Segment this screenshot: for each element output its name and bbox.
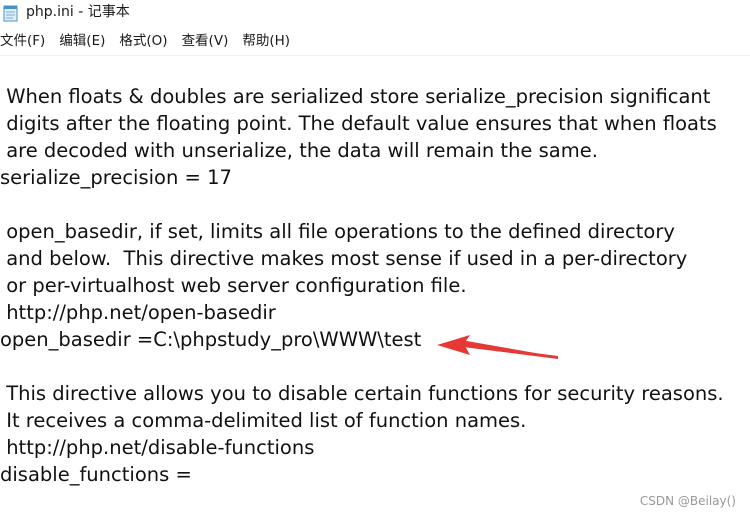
text-line[interactable]: serialize_precision = 17 [0, 164, 232, 191]
text-line[interactable]: When floats & doubles are serialized sto… [0, 83, 710, 110]
menu-edit[interactable]: 编辑(E) [59, 29, 111, 53]
text-line[interactable]: disable_functions = [0, 461, 192, 488]
text-line[interactable]: http://php.net/open-basedir [0, 299, 276, 326]
text-line[interactable]: are decoded with unserialize, the data w… [0, 137, 598, 164]
text-line[interactable]: digits after the floating point. The def… [0, 110, 717, 137]
text-line[interactable]: It receives a comma-delimited list of fu… [0, 407, 526, 434]
watermark: CSDN @Beilay() [639, 494, 736, 508]
window-title: php.ini - 记事本 [26, 4, 130, 20]
text-line[interactable]: http://php.net/disable-functions [0, 434, 314, 461]
title-bar: php.ini - 记事本 [0, 0, 750, 26]
menu-view[interactable]: 查看(V) [182, 29, 235, 53]
notepad-icon [3, 5, 18, 22]
menu-bar: 文件(F) 编辑(E) 格式(O) 查看(V) 帮助(H) [0, 29, 304, 53]
notepad-window: php.ini - 记事本 文件(F) 编辑(E) 格式(O) 查看(V) 帮助… [0, 0, 750, 518]
text-line-open-basedir[interactable]: open_basedir =C:\phpstudy_pro\WWW\test [0, 326, 421, 353]
text-line[interactable]: This directive allows you to disable cer… [0, 380, 723, 407]
text-line[interactable]: and below. This directive makes most sen… [0, 245, 687, 272]
menu-format[interactable]: 格式(O) [119, 29, 173, 53]
text-editor[interactable]: When floats & doubles are serialized sto… [0, 56, 750, 518]
menu-help[interactable]: 帮助(H) [242, 29, 296, 53]
text-line[interactable]: or per-virtualhost web server configurat… [0, 272, 466, 299]
menu-file[interactable]: 文件(F) [0, 29, 51, 53]
text-line[interactable]: open_basedir, if set, limits all file op… [0, 218, 675, 245]
